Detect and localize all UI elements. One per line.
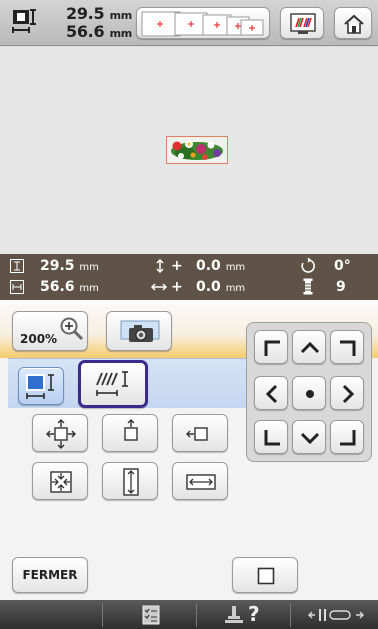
horizontal-offset-readout: 0.0 mm xyxy=(196,279,245,295)
flower-pattern-icon xyxy=(171,140,223,160)
presser-foot-icon xyxy=(308,609,364,621)
magnifier-plus-icon xyxy=(60,317,84,341)
move-right-button[interactable] xyxy=(330,376,364,410)
frame-size-icon xyxy=(26,374,54,399)
reduce-height-button[interactable] xyxy=(172,462,228,500)
stitch-size-icon xyxy=(96,371,128,396)
monitor-icon xyxy=(290,13,316,34)
color-count-value: 9 xyxy=(336,279,346,295)
vertical-offset-sign: + xyxy=(171,258,183,274)
bottom-divider xyxy=(102,603,103,627)
hoop-size-button[interactable] xyxy=(136,7,270,39)
zoom-button[interactable]: 200% xyxy=(12,311,88,351)
enlarge-proportional-button[interactable] xyxy=(32,414,88,452)
move-left-button[interactable] xyxy=(254,376,288,410)
horizontal-offset-unit: mm xyxy=(225,283,246,294)
top-height-unit: mm xyxy=(109,27,133,40)
stitch-density-tab[interactable] xyxy=(78,360,148,408)
move-down-button[interactable] xyxy=(292,420,326,454)
camera-button[interactable] xyxy=(106,311,172,351)
top-height-value: 56.6 xyxy=(66,22,105,41)
move-up-right-button[interactable] xyxy=(330,330,364,364)
close-button[interactable]: FERMER xyxy=(12,557,88,593)
chevron-up-icon xyxy=(300,341,320,354)
move-down-left-button[interactable] xyxy=(254,420,288,454)
horizontal-offset-sign: + xyxy=(171,279,183,295)
chevron-down-icon xyxy=(300,432,320,445)
zoom-label: 200% xyxy=(20,332,58,346)
chevron-left-icon xyxy=(265,384,278,404)
embroidery-pattern-thumbnail[interactable] xyxy=(166,136,228,164)
width-dimension-icon xyxy=(10,280,24,294)
enlarge-height-button[interactable] xyxy=(172,414,228,452)
rotation-icon xyxy=(301,258,315,273)
embroidery-preview-area xyxy=(0,47,378,254)
home-button[interactable] xyxy=(334,7,372,39)
machine-help-icon xyxy=(225,606,243,623)
checklist-icon xyxy=(142,605,160,625)
info-height-value: 29.5 xyxy=(40,258,75,274)
info-width-value: 56.6 xyxy=(40,279,75,295)
enlarge-all-icon xyxy=(46,419,76,449)
move-up-button[interactable] xyxy=(292,330,326,364)
vertical-offset-readout: 0.0 mm xyxy=(196,258,245,274)
help-button[interactable]: ? xyxy=(204,602,284,627)
presser-foot-button[interactable] xyxy=(298,603,374,627)
top-width-unit: mm xyxy=(109,9,133,22)
pattern-info-bar: 29.5 mm 56.6 mm + 0.0 mm + 0.0 mm 0° 9 xyxy=(0,254,378,300)
corner-down-right-icon xyxy=(340,430,356,446)
thread-spool-icon xyxy=(303,278,313,295)
info-list-button[interactable] xyxy=(110,603,190,627)
hoop-frames-icon xyxy=(141,11,264,37)
move-center-button[interactable] xyxy=(292,376,326,410)
expand-horizontal-icon xyxy=(124,419,138,441)
vertical-offset-value: 0.0 xyxy=(196,258,221,274)
top-width-value: 29.5 xyxy=(66,4,105,23)
corner-up-right-icon xyxy=(340,340,356,356)
layout-position-tab[interactable] xyxy=(18,367,64,405)
top-width-readout: 29.5 mm xyxy=(66,4,132,23)
flatten-icon xyxy=(186,474,216,490)
move-up-left-button[interactable] xyxy=(254,330,288,364)
reduce-width-button[interactable] xyxy=(102,462,158,500)
rotation-value: 0° xyxy=(334,258,351,274)
info-height-readout: 29.5 mm xyxy=(40,258,99,274)
vertical-offset-icon xyxy=(156,259,164,273)
height-dimension-icon xyxy=(10,259,24,273)
center-dot-icon xyxy=(306,390,314,398)
chevron-right-icon xyxy=(342,384,355,404)
help-question-mark: ? xyxy=(248,602,260,626)
horizontal-offset-icon xyxy=(151,283,167,291)
square-icon xyxy=(257,567,275,585)
corner-down-left-icon xyxy=(264,430,280,446)
bottom-divider xyxy=(196,603,197,627)
bottom-divider xyxy=(290,603,291,627)
top-height-readout: 56.6 mm xyxy=(66,22,132,41)
reduce-all-icon xyxy=(50,471,72,493)
top-bar: 29.5 mm 56.6 mm xyxy=(0,0,378,46)
vertical-offset-unit: mm xyxy=(225,262,246,273)
home-icon xyxy=(344,14,364,34)
thread-color-button[interactable] xyxy=(280,7,324,39)
info-height-unit: mm xyxy=(79,262,99,273)
narrow-icon xyxy=(123,468,139,496)
corner-up-left-icon xyxy=(264,340,280,356)
camera-fabric-icon xyxy=(120,320,160,342)
info-width-unit: mm xyxy=(79,283,99,294)
close-button-label: FERMER xyxy=(22,568,78,582)
pattern-size-icon xyxy=(12,9,36,33)
horizontal-offset-value: 0.0 xyxy=(196,279,221,295)
info-width-readout: 56.6 mm xyxy=(40,279,99,295)
ok-button[interactable] xyxy=(232,557,298,593)
bottom-bar: ? xyxy=(0,600,378,629)
enlarge-width-button[interactable] xyxy=(102,414,158,452)
move-down-right-button[interactable] xyxy=(330,420,364,454)
expand-vertical-icon xyxy=(186,427,208,441)
reduce-proportional-button[interactable] xyxy=(32,462,88,500)
